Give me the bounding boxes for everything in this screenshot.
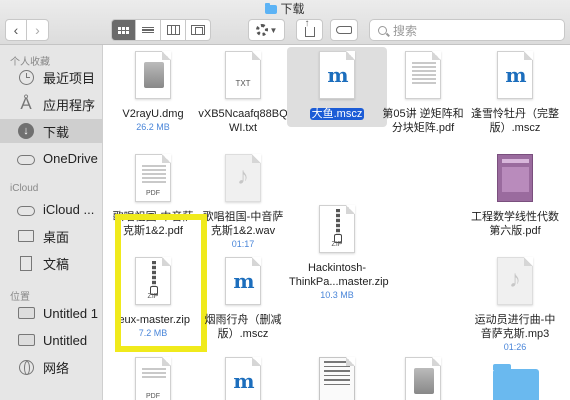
file-item[interactable] xyxy=(373,357,473,400)
txt-file-icon: TXT xyxy=(221,51,265,103)
sidebar-item-desktop[interactable]: 桌面 xyxy=(0,224,103,248)
gear-icon xyxy=(255,24,268,36)
search-placeholder: 搜索 xyxy=(393,23,418,38)
view-switcher xyxy=(111,19,211,41)
document-icon xyxy=(17,254,35,272)
cloud-icon xyxy=(17,200,35,218)
audio-file-icon: ♪ xyxy=(221,154,265,206)
forward-button[interactable]: › xyxy=(26,19,49,41)
document-preview-icon xyxy=(315,357,359,400)
chevron-right-icon: › xyxy=(35,22,40,38)
musescore-file-icon: m xyxy=(221,357,265,400)
file-item[interactable]: PDF xyxy=(103,357,203,400)
search-input[interactable]: 搜索 xyxy=(369,19,565,41)
sidebar-item-untitled[interactable]: Untitled xyxy=(0,328,103,352)
file-item[interactable]: TXT vXB5Ncaafq88BQ WI.txt xyxy=(193,51,293,135)
file-grid: V2rayU.dmg 26.2 MB TXT vXB5Ncaafq88BQ WI.… xyxy=(103,45,570,400)
share-icon xyxy=(304,18,315,37)
sidebar: 个人收藏 最近项目 Å 应用程序 ↓ 下载 OneDrive iCloud iC… xyxy=(0,45,103,400)
drive-icon xyxy=(17,331,35,349)
desktop-icon xyxy=(17,227,35,245)
file-item[interactable]: ♪ 歌唱祖国-中音萨 克斯1&2.wav 01:17 xyxy=(193,154,293,250)
pdf-file-icon xyxy=(401,51,445,103)
download-icon: ↓ xyxy=(17,122,35,140)
share-button[interactable] xyxy=(296,18,323,41)
file-item-selected[interactable]: m 大鱼.mscz xyxy=(287,47,387,127)
file-item[interactable]: ♪ 运动员进行曲-中 音萨克斯.mp3 01:26 xyxy=(465,257,565,353)
musescore-file-icon: m xyxy=(493,51,537,103)
back-button[interactable]: ‹ xyxy=(5,19,27,41)
clock-icon xyxy=(17,68,35,86)
sidebar-item-applications[interactable]: Å 应用程序 xyxy=(0,92,103,116)
pdf-file-icon: PDF xyxy=(131,357,175,400)
column-view-button[interactable] xyxy=(161,19,186,41)
tag-icon xyxy=(336,26,352,34)
dmg-file-icon xyxy=(401,357,445,400)
sidebar-item-icloud-drive[interactable]: iCloud ... xyxy=(0,197,103,221)
grid-icon xyxy=(118,26,129,34)
chevron-left-icon: ‹ xyxy=(13,22,19,38)
sidebar-item-onedrive[interactable]: OneDrive xyxy=(0,146,103,170)
file-item[interactable]: m xyxy=(193,357,293,400)
pdf-file-icon: PDF xyxy=(131,154,175,206)
file-item[interactable]: m 烟雨行舟（删减 版）.mscz xyxy=(193,257,293,341)
dmg-file-icon xyxy=(131,51,175,103)
action-menu-button[interactable]: ▼ xyxy=(248,19,285,41)
musescore-file-icon: m xyxy=(221,257,265,309)
sidebar-item-network[interactable]: 网络 xyxy=(0,355,103,379)
drive-icon xyxy=(17,304,35,322)
list-view-button[interactable] xyxy=(136,19,161,41)
icon-view-button[interactable] xyxy=(111,19,136,41)
gallery-icon xyxy=(191,25,205,35)
sidebar-item-untitled-1[interactable]: Untitled 1 xyxy=(0,301,103,325)
file-item[interactable]: 第05讲 逆矩阵和 分块矩阵.pdf xyxy=(373,51,473,135)
zip-file-icon: ZIP xyxy=(315,205,359,257)
gallery-view-button[interactable] xyxy=(186,19,211,41)
window-title: 下载 xyxy=(0,2,570,16)
pdf-file-icon xyxy=(493,154,537,206)
sidebar-item-documents[interactable]: 文稿 xyxy=(0,251,103,275)
columns-icon xyxy=(166,25,180,35)
audio-file-icon: ♪ xyxy=(493,257,537,309)
file-item[interactable] xyxy=(287,357,387,400)
folder-item[interactable] xyxy=(465,357,565,400)
toolbar: 下载 ‹ › ▼ 搜索 xyxy=(0,0,570,45)
file-item[interactable]: 工程数学线性代数 第六版.pdf xyxy=(465,154,565,238)
musescore-file-icon: m xyxy=(315,51,359,103)
cloud-icon xyxy=(17,149,35,167)
folder-icon xyxy=(265,3,278,14)
file-item[interactable]: V2rayU.dmg 26.2 MB xyxy=(103,51,203,133)
network-icon xyxy=(17,358,35,376)
file-item[interactable]: ZIP Hackintosh- ThinkPa...master.zip 10.3… xyxy=(287,205,389,301)
chevron-down-icon: ▼ xyxy=(269,25,278,35)
sidebar-item-recents[interactable]: 最近项目 xyxy=(0,65,103,89)
file-item[interactable]: m 逢雪怜牡丹（完整 版）.mscz xyxy=(465,51,565,135)
apps-icon: Å xyxy=(20,94,32,113)
list-icon xyxy=(142,26,154,35)
tag-button[interactable] xyxy=(330,19,358,41)
sidebar-item-downloads[interactable]: ↓ 下载 xyxy=(0,119,103,143)
search-icon xyxy=(378,25,387,35)
folder-icon xyxy=(493,357,539,400)
section-icloud: iCloud xyxy=(10,183,39,194)
